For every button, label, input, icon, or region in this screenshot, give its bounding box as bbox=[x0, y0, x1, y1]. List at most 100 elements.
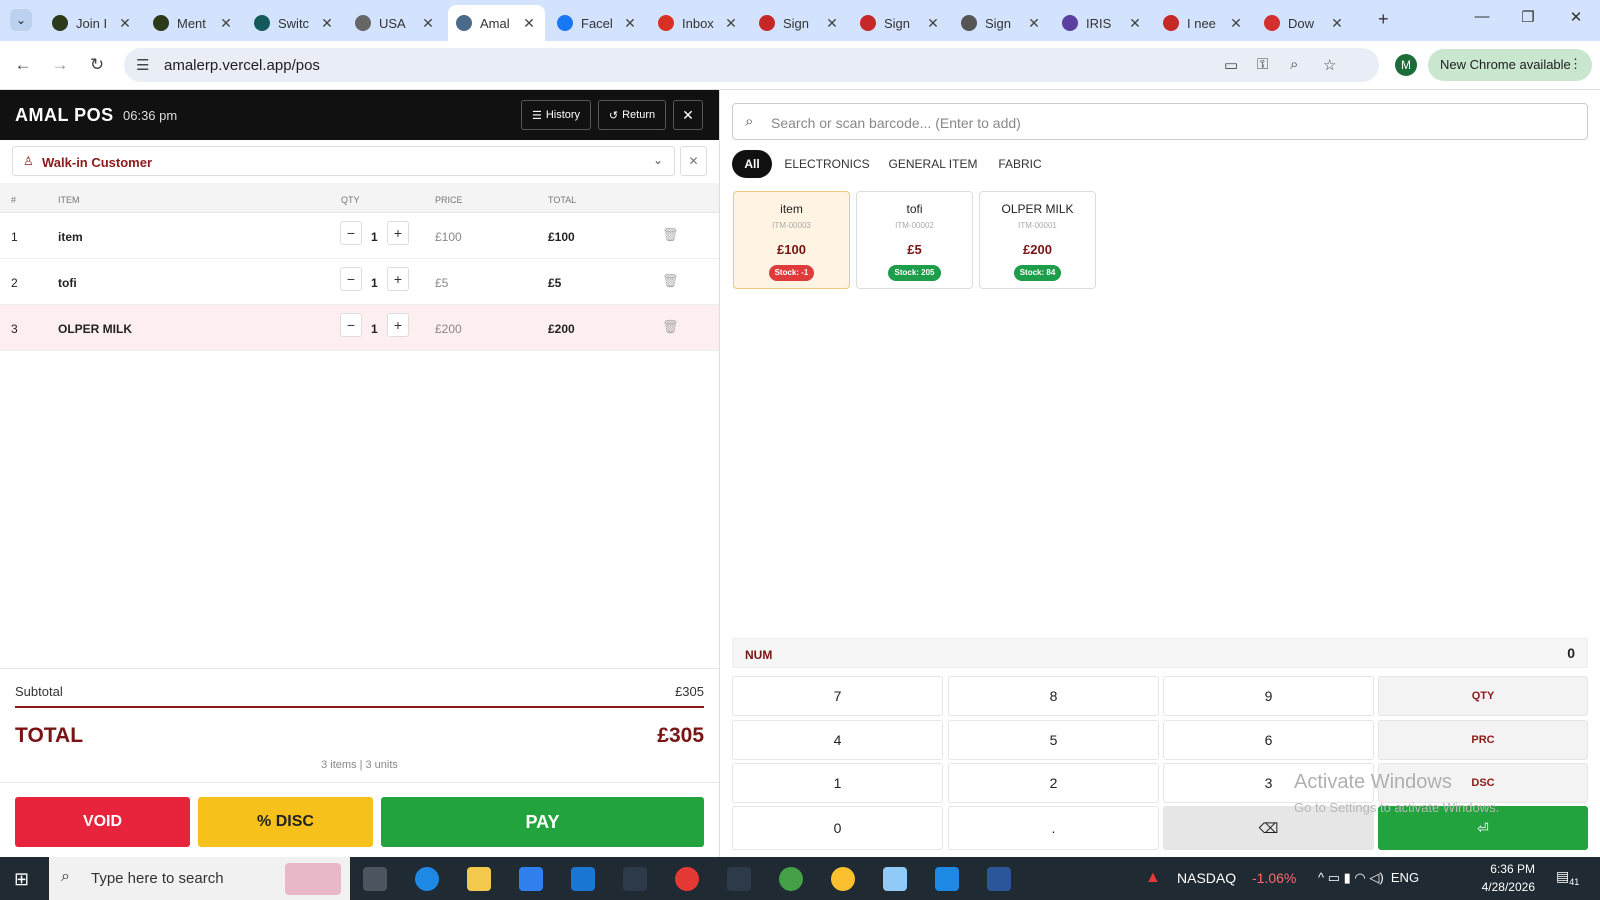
new-chrome-available-button[interactable]: New Chrome available ⋮ bbox=[1428, 49, 1592, 81]
close-pos-button[interactable]: ✕ bbox=[673, 100, 703, 130]
close-tab-icon[interactable]: ✕ bbox=[521, 15, 537, 32]
browser-tab[interactable]: Switc ✕ bbox=[246, 5, 343, 41]
product-card[interactable]: tofi ITM-00002 £5 Stock: 205 bbox=[856, 191, 973, 289]
category-fabric[interactable]: FABRIC bbox=[992, 150, 1048, 178]
browser-tab[interactable]: Sign ✕ bbox=[751, 5, 848, 41]
browser-tab[interactable]: USA ✕ bbox=[347, 5, 444, 41]
ticker-change[interactable]: -1.06% bbox=[1252, 870, 1296, 886]
numpad-key-1[interactable]: 1 bbox=[732, 763, 943, 803]
numpad-key-4[interactable]: 4 bbox=[732, 720, 943, 760]
notification-icon[interactable]: ▤41 bbox=[1556, 868, 1579, 887]
product-search[interactable]: ⌕ Search or scan barcode... (Enter to ad… bbox=[732, 103, 1588, 140]
close-tab-icon[interactable]: ✕ bbox=[622, 15, 638, 32]
restore-button[interactable]: ❐ bbox=[1513, 8, 1543, 26]
app-icon-2[interactable] bbox=[727, 867, 751, 891]
numpad-key-8[interactable]: 8 bbox=[948, 676, 1159, 716]
increase-qty-button[interactable]: + bbox=[387, 313, 409, 337]
decrease-qty-button[interactable]: − bbox=[340, 221, 362, 245]
void-button[interactable]: VOID bbox=[15, 797, 190, 847]
forward-button[interactable]: → bbox=[49, 55, 71, 75]
trash-icon[interactable]: 🗑 bbox=[662, 273, 679, 289]
address-bar[interactable]: ☰ amalerp.vercel.app/pos ▭ ⚿ ⌕ ☆ bbox=[124, 48, 1379, 82]
browser-tab[interactable]: Facel ✕ bbox=[549, 5, 646, 41]
category-general-item[interactable]: GENERAL ITEM bbox=[881, 150, 985, 178]
zoom-icon[interactable]: ⌕ bbox=[1290, 56, 1298, 73]
system-tray[interactable]: ^ ▭ ▮ ◠ ◁) ENG bbox=[1318, 870, 1419, 886]
task-view-icon[interactable] bbox=[363, 867, 387, 891]
decrease-qty-button[interactable]: − bbox=[340, 313, 362, 337]
reload-button[interactable]: ↻ bbox=[86, 55, 108, 75]
close-tab-icon[interactable]: ✕ bbox=[319, 15, 335, 32]
close-tab-icon[interactable]: ✕ bbox=[420, 15, 436, 32]
cart-row[interactable]: 2 tofi − 1 + £5 £5 🗑 bbox=[0, 259, 719, 305]
photos-icon[interactable] bbox=[935, 867, 959, 891]
close-tab-icon[interactable]: ✕ bbox=[1026, 15, 1042, 32]
close-tab-icon[interactable]: ✕ bbox=[723, 15, 739, 32]
file-explorer-icon[interactable] bbox=[467, 867, 491, 891]
url-text[interactable]: amalerp.vercel.app/pos bbox=[164, 57, 320, 74]
browser-tab[interactable]: Sign ✕ bbox=[852, 5, 949, 41]
cart-row[interactable]: 3 OLPER MILK − 1 + £200 £200 🗑 bbox=[0, 305, 719, 351]
trash-icon[interactable]: 🗑 bbox=[662, 319, 679, 335]
password-key-icon[interactable]: ⚿ bbox=[1257, 56, 1268, 73]
search-input[interactable]: Search or scan barcode... (Enter to add) bbox=[771, 115, 1021, 131]
install-app-icon[interactable]: ▭ bbox=[1224, 56, 1238, 74]
numpad-key-prc[interactable]: PRC bbox=[1378, 720, 1588, 760]
browser-tab[interactable]: IRIS ✕ bbox=[1054, 5, 1151, 41]
store-icon[interactable] bbox=[519, 867, 543, 891]
browser-tab[interactable]: I nee ✕ bbox=[1155, 5, 1252, 41]
history-button[interactable]: ☰ History bbox=[521, 100, 591, 130]
chrome-icon-2[interactable] bbox=[779, 867, 803, 891]
numpad-key-qty[interactable]: QTY bbox=[1378, 676, 1588, 716]
product-card[interactable]: item ITM-00003 £100 Stock: -1 bbox=[733, 191, 850, 289]
new-tab-button[interactable]: + bbox=[1378, 9, 1389, 30]
numpad-key-2[interactable]: 2 bbox=[948, 763, 1159, 803]
taskbar-time[interactable]: 6:36 PM bbox=[1465, 862, 1535, 876]
taskbar-search-text[interactable]: Type here to search bbox=[91, 870, 224, 887]
bookmark-star-icon[interactable]: ☆ bbox=[1323, 56, 1336, 74]
numpad-key-dot[interactable]: . bbox=[948, 806, 1159, 850]
numpad-key-0[interactable]: 0 bbox=[732, 806, 943, 850]
close-window-button[interactable]: ✕ bbox=[1561, 8, 1591, 26]
app-icon[interactable] bbox=[623, 867, 647, 891]
browser-tab[interactable]: Dow ✕ bbox=[1256, 5, 1353, 41]
outlook-icon[interactable] bbox=[571, 867, 595, 891]
browser-tab[interactable]: Ment ✕ bbox=[145, 5, 242, 41]
close-tab-icon[interactable]: ✕ bbox=[117, 15, 133, 32]
numpad-key-6[interactable]: 6 bbox=[1163, 720, 1374, 760]
numpad-key-9[interactable]: 9 bbox=[1163, 676, 1374, 716]
edge-icon[interactable] bbox=[415, 867, 439, 891]
return-button[interactable]: ↺ Return bbox=[598, 100, 666, 130]
close-tab-icon[interactable]: ✕ bbox=[218, 15, 234, 32]
browser-tab[interactable]: Join I ✕ bbox=[44, 5, 141, 41]
numpad-key-5[interactable]: 5 bbox=[948, 720, 1159, 760]
notepad-icon[interactable] bbox=[883, 867, 907, 891]
browser-tab[interactable]: Sign ✕ bbox=[953, 5, 1050, 41]
windows-start-icon[interactable]: ⊞ bbox=[14, 869, 29, 890]
numpad-key-7[interactable]: 7 bbox=[732, 676, 943, 716]
clear-customer-button[interactable]: ✕ bbox=[680, 146, 707, 176]
increase-qty-button[interactable]: + bbox=[387, 221, 409, 245]
chrome-menu-icon[interactable]: ⋮ bbox=[1569, 56, 1582, 72]
increase-qty-button[interactable]: + bbox=[387, 267, 409, 291]
pay-button[interactable]: PAY bbox=[381, 797, 704, 847]
close-tab-icon[interactable]: ✕ bbox=[824, 15, 840, 32]
cart-row[interactable]: 1 item − 1 + £100 £100 🗑 bbox=[0, 213, 719, 259]
chrome-icon-3[interactable] bbox=[831, 867, 855, 891]
close-tab-icon[interactable]: ✕ bbox=[925, 15, 941, 32]
tab-search-button[interactable]: ⌄ bbox=[10, 9, 32, 31]
category-electronics[interactable]: ELECTRONICS bbox=[780, 150, 874, 178]
minimize-button[interactable]: — bbox=[1467, 8, 1497, 25]
profile-avatar[interactable]: M bbox=[1395, 54, 1417, 76]
chrome-icon[interactable] bbox=[675, 867, 699, 891]
category-all[interactable]: All bbox=[732, 150, 772, 178]
discount-button[interactable]: % DISC bbox=[198, 797, 373, 847]
browser-tab[interactable]: Inbox ✕ bbox=[650, 5, 747, 41]
row-price[interactable]: £5 bbox=[435, 276, 448, 290]
decrease-qty-button[interactable]: − bbox=[340, 267, 362, 291]
trash-icon[interactable]: 🗑 bbox=[662, 227, 679, 243]
product-card[interactable]: OLPER MILK ITM-00001 £200 Stock: 84 bbox=[979, 191, 1096, 289]
browser-tab[interactable]: Amal ✕ bbox=[448, 5, 545, 41]
row-price[interactable]: £100 bbox=[435, 230, 462, 244]
row-price[interactable]: £200 bbox=[435, 322, 462, 336]
